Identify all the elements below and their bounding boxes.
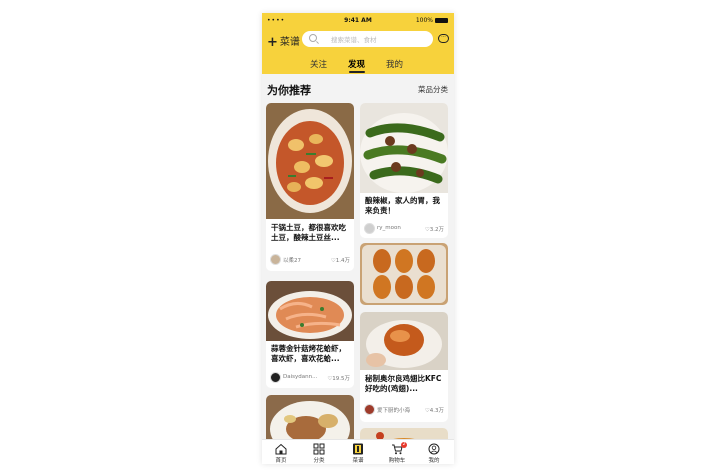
battery-text: 100% [415,17,433,24]
author-avatar[interactable] [270,372,281,383]
phone-screen: •••• 9:41 AM 100% + 菜谱 搜索菜谱、食材 ··· 关注 发现 … [262,13,454,464]
recipe-image-wings-tray [360,243,448,305]
tab-mine[interactable]: 我的 [386,58,403,70]
profile-icon [428,443,440,455]
feed: 为你推荐 菜品分类 干锅土豆，都很喜欢吃土豆，酸辣土豆丝... 以柔27 ♡1.… [262,74,454,458]
active-tab-indicator [349,71,365,73]
tab-label: 我的 [428,458,440,464]
tab-label: 菜谱 [352,458,364,464]
battery-icon [435,18,448,23]
recipe-card[interactable]: 酿辣椒，家人的胃，我来负责！ ry_moon ♡3.2万 [360,103,448,238]
search-placeholder: 搜索菜谱、食材 [331,36,377,44]
tab-label: 分类 [313,458,325,464]
like-count-value: 1.4万 [335,258,350,264]
top-tabs: 关注 发现 我的 [262,58,454,73]
author-avatar[interactable] [364,223,375,234]
like-count-value: 3.2万 [429,227,444,233]
recipe-card[interactable]: 干锅土豆，都很喜欢吃土豆，酸辣土豆丝... 以柔27 ♡1.4万 [266,103,354,271]
recipe-card[interactable] [360,243,448,305]
like-count[interactable]: ♡19.5万 [327,374,350,382]
tab-profile[interactable]: 我的 [419,443,449,464]
section-title: 为你推荐 [267,84,311,97]
recipe-title: 酿辣椒，家人的胃，我来负责！ [365,196,440,215]
recipe-card[interactable]: 秘制奥尔良鸡翅比KFC好吃的(鸡翅)... 爱下厨的小海 ♡4.3万 [360,312,448,422]
tab-label: 首页 [275,458,287,464]
recipe-card[interactable]: 蒜蓉金针菇烤花蛤虾，喜欢虾，喜欢花蛤... Daisydann... ♡19.5… [266,281,354,388]
app-header: •••• 9:41 AM 100% + 菜谱 搜索菜谱、食材 ··· 关注 发现 … [262,13,454,74]
tab-category[interactable]: 分类 [304,443,334,464]
recipe-title: 蒜蓉金针菇烤花蛤虾，喜欢虾，喜欢花蛤... [271,344,346,363]
brand-label: 菜谱 [279,37,300,48]
tab-home[interactable]: 首页 [266,443,296,464]
author-name[interactable]: Daisydann... [283,374,317,380]
recipe-image-potatoes [266,103,354,219]
like-count[interactable]: ♡4.3万 [425,406,444,414]
author-name[interactable]: ry_moon [377,225,401,231]
plus-icon: + [267,35,278,50]
tab-follow[interactable]: 关注 [310,58,327,70]
home-icon [275,443,287,455]
recipe-meta: Daisydann... ♡19.5万 [270,372,350,383]
like-count[interactable]: ♡1.4万 [331,256,350,264]
like-count-value: 4.3万 [429,408,444,414]
recipe-meta: 以柔27 ♡1.4万 [270,254,350,265]
author-name[interactable]: 爱下厨的小海 [377,406,410,414]
recipe-image-shrimp [266,281,354,341]
search-icon [309,34,317,42]
recipe-image-orleans-wings [360,312,448,370]
tab-label: 购物车 [388,458,406,464]
add-recipe-button[interactable]: + 菜谱 [267,33,300,50]
tab-cart[interactable]: 2 购物车 [382,442,412,464]
battery-indicator: 100% [416,17,448,24]
search-input[interactable]: 搜索菜谱、食材 [302,31,433,47]
author-avatar[interactable] [364,404,375,415]
category-link[interactable]: 菜品分类 [418,84,448,95]
cart-badge: 2 [401,442,407,448]
recipe-title: 秘制奥尔良鸡翅比KFC好吃的(鸡翅)... [365,374,442,393]
message-icon[interactable]: ··· [438,34,449,43]
recipe-meta: ry_moon ♡3.2万 [364,223,444,234]
author-name[interactable]: 以柔27 [283,256,301,264]
recipe-image-stuffed-peppers [360,103,448,193]
tab-discover[interactable]: 发现 [348,58,365,70]
author-avatar[interactable] [270,254,281,265]
like-count[interactable]: ♡3.2万 [425,225,444,233]
like-count-value: 19.5万 [332,376,350,382]
recipe-meta: 爱下厨的小海 ♡4.3万 [364,404,444,415]
recipe-title: 干锅土豆，都很喜欢吃土豆，酸辣土豆丝... [271,223,346,242]
grid-icon [313,443,325,455]
status-bar: •••• 9:41 AM 100% [262,16,454,27]
tab-recipe[interactable]: 菜谱 [343,443,373,464]
bottom-tab-bar: 首页 分类 菜谱 2 购物车 我的 [262,439,454,464]
recipe-book-icon [353,443,363,455]
